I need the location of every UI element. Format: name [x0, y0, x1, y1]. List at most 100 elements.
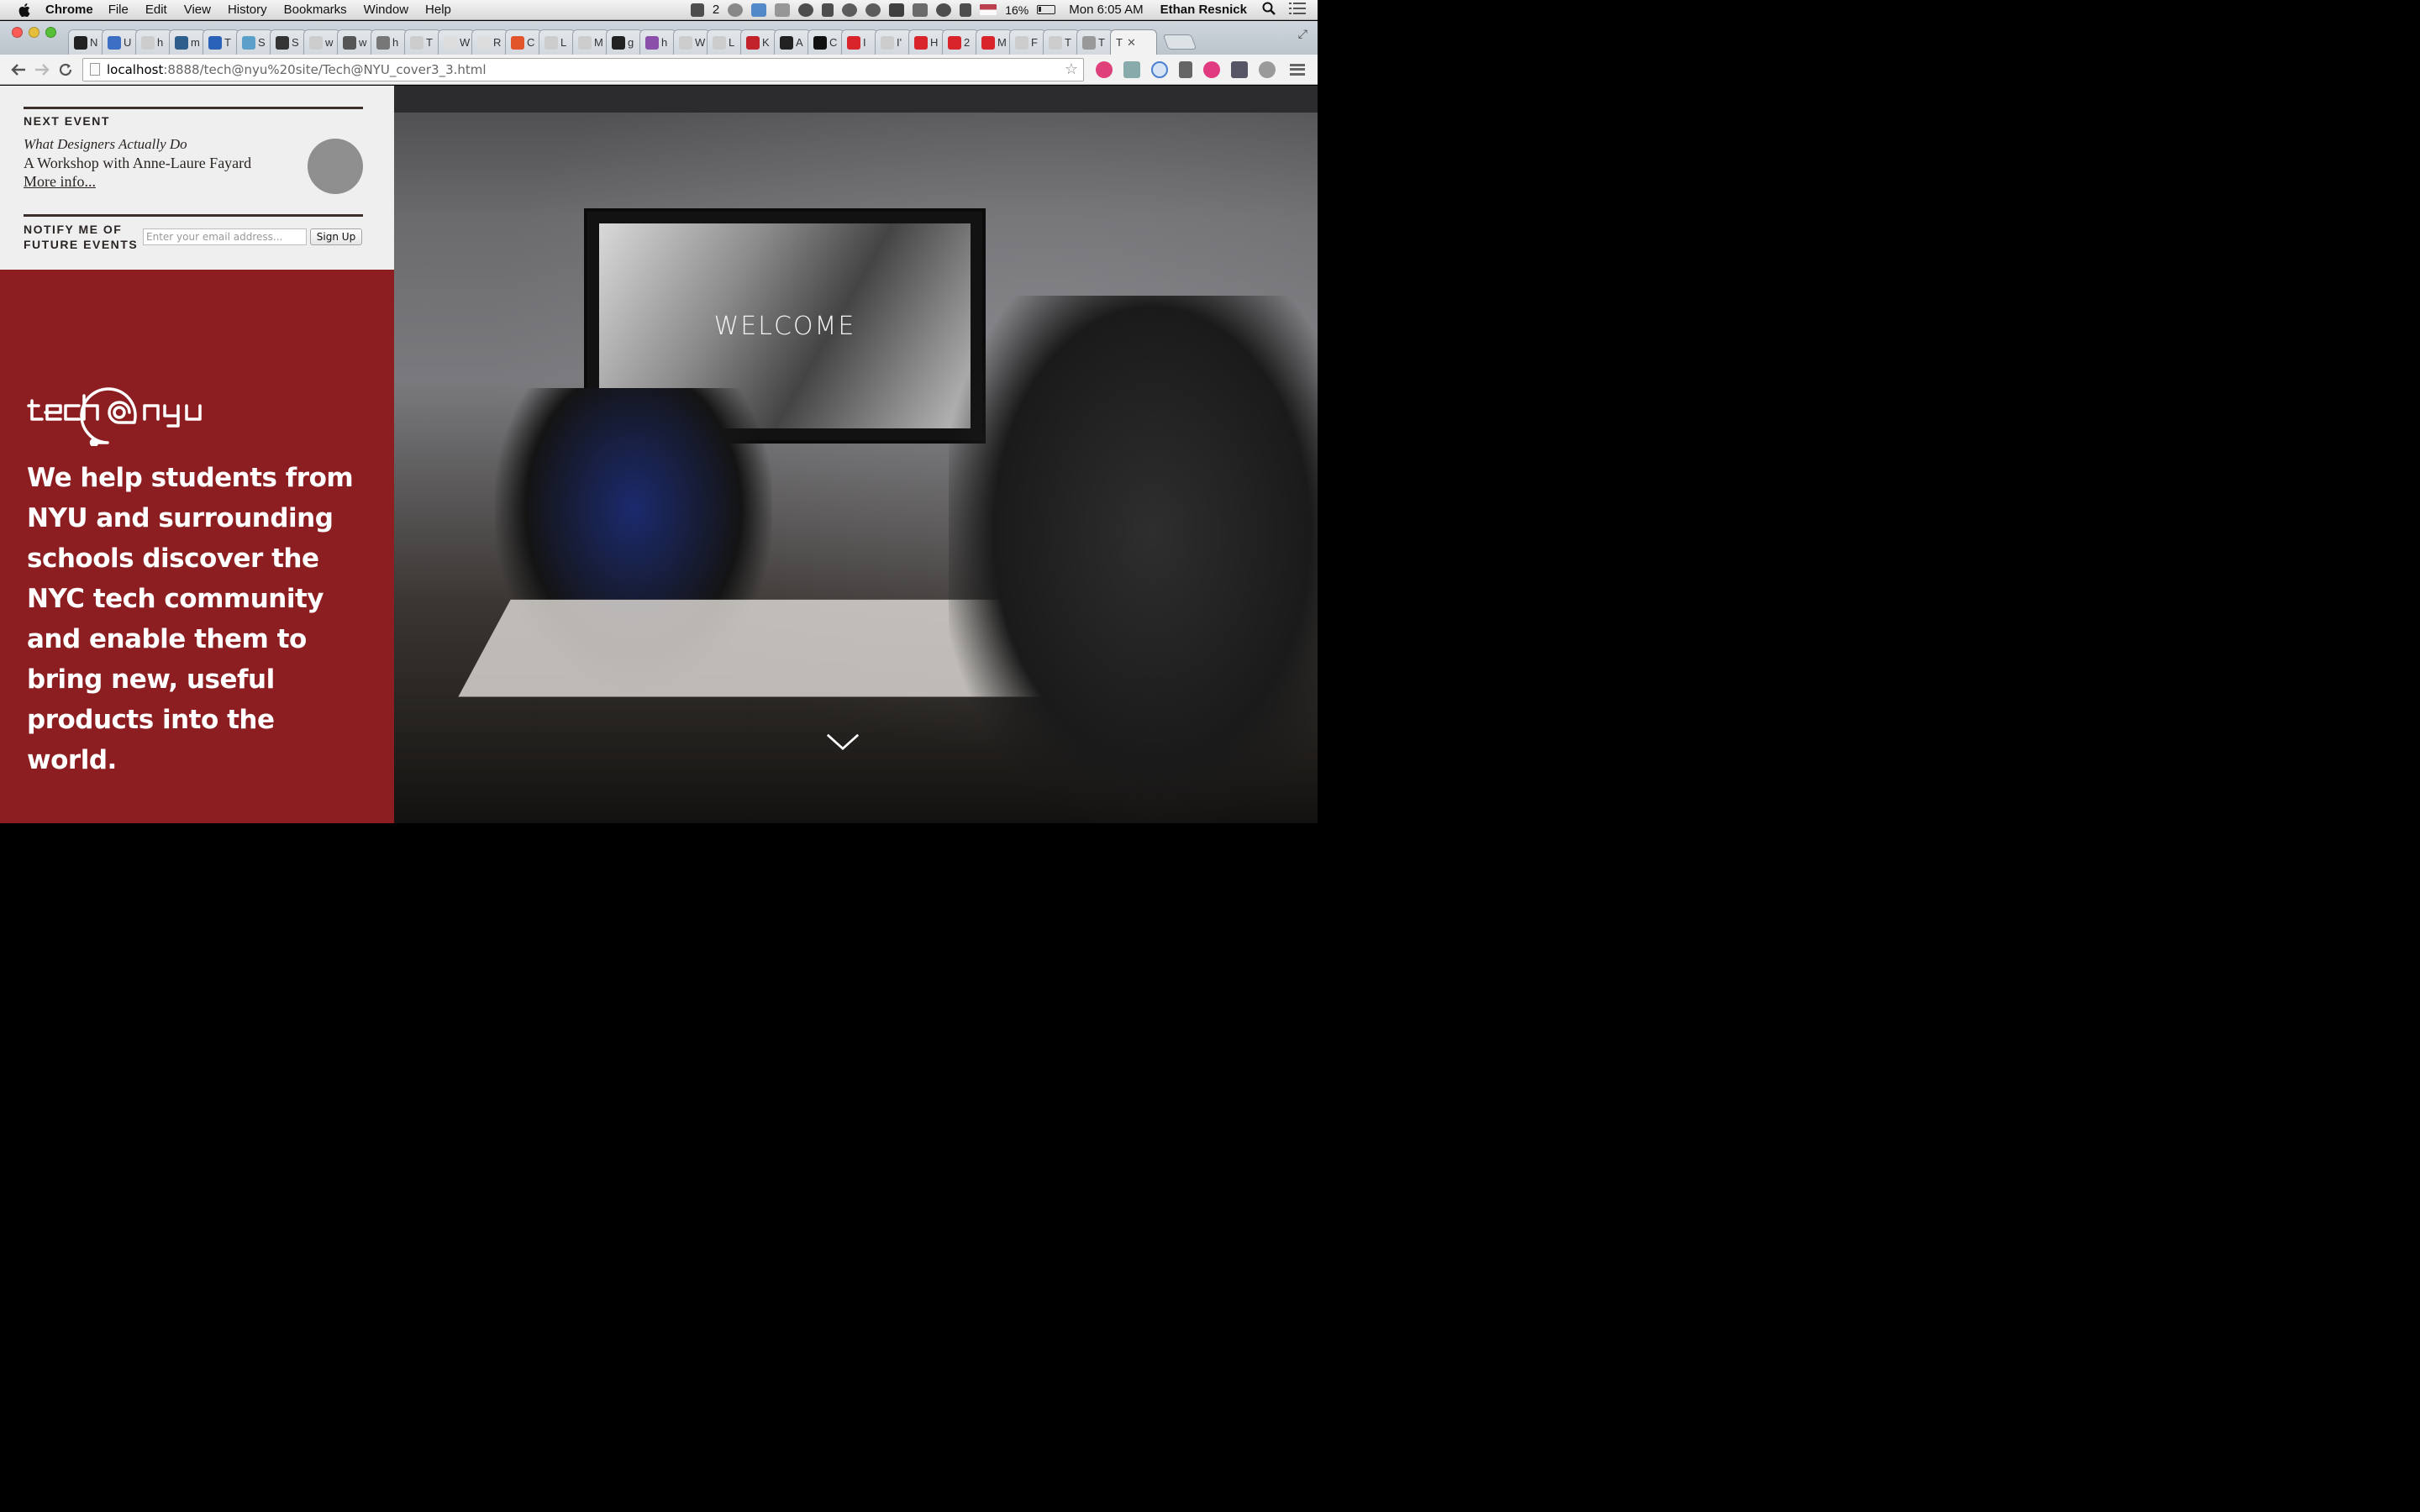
browser-tab[interactable]: w — [303, 29, 340, 55]
address-bar[interactable]: localhost :8888/tech@nyu%20site/Tech@NYU… — [82, 57, 1084, 81]
google-drive-icon[interactable] — [775, 3, 791, 17]
browser-tab[interactable]: W — [438, 29, 475, 55]
adobe-icon[interactable] — [690, 3, 704, 17]
us-flag-icon[interactable] — [980, 4, 997, 15]
status-count: 2 — [712, 3, 720, 17]
forward-button[interactable] — [30, 58, 54, 81]
menubar-clock[interactable]: Mon 6:05 AM — [1069, 3, 1143, 17]
browser-tab[interactable]: S — [270, 29, 307, 55]
menubar-user[interactable]: Ethan Resnick — [1160, 3, 1247, 17]
tab-favicon-icon — [175, 35, 188, 50]
browser-tab[interactable]: C — [505, 29, 542, 55]
browser-tab[interactable]: T — [1076, 29, 1113, 55]
browser-tab[interactable]: R — [471, 29, 508, 55]
menu-bookmarks[interactable]: Bookmarks — [284, 0, 347, 20]
close-tab-icon[interactable]: ✕ — [1127, 36, 1136, 50]
menu-file[interactable]: File — [108, 0, 129, 20]
app-menu[interactable]: Chrome — [45, 0, 93, 20]
volume-icon[interactable] — [960, 3, 972, 17]
browser-tab[interactable]: K — [740, 29, 777, 55]
browser-tab[interactable]: H — [908, 29, 945, 55]
fullscreen-icon[interactable]: ⤢ — [1298, 27, 1307, 41]
tab-favicon-icon — [1082, 35, 1096, 50]
browser-tab[interactable]: g — [606, 29, 643, 55]
browser-tab[interactable]: T — [1043, 29, 1080, 55]
menu-view[interactable]: View — [184, 0, 211, 20]
wrench-icon[interactable] — [822, 3, 834, 17]
browser-tab[interactable]: w — [337, 29, 374, 55]
address-host: localhost — [107, 61, 164, 77]
apple-menu-icon[interactable] — [17, 2, 34, 18]
tab-favicon-icon — [74, 35, 87, 50]
bookmark-star-icon[interactable]: ☆ — [1065, 60, 1078, 78]
more-info-link[interactable]: More info... — [24, 173, 96, 191]
divider — [24, 107, 363, 109]
reader-extension-icon[interactable] — [1231, 60, 1248, 78]
zoom-window-button[interactable] — [45, 26, 56, 38]
chrome-menu-icon[interactable] — [1290, 63, 1305, 76]
browser-tab[interactable]: h — [371, 29, 408, 55]
menu-history[interactable]: History — [228, 0, 267, 20]
active-tab[interactable]: T ✕ — [1110, 29, 1157, 55]
address-path: :8888/tech@nyu%20site/Tech@NYU_cover3_3.… — [163, 61, 487, 77]
home-icon[interactable] — [889, 3, 905, 17]
wifi-icon[interactable] — [936, 3, 952, 17]
tab-favicon-icon — [948, 35, 961, 50]
minimize-window-button[interactable] — [29, 26, 39, 38]
wrench-extension-icon[interactable] — [1179, 60, 1192, 78]
browser-tab[interactable]: A — [774, 29, 811, 55]
browser-tab[interactable]: F — [1009, 29, 1046, 55]
spotlight-search-icon[interactable] — [1262, 2, 1276, 18]
browser-tab[interactable]: T — [404, 29, 441, 55]
browser-tab[interactable]: C — [808, 29, 844, 55]
browser-tab[interactable]: 2 — [942, 29, 979, 55]
tab-title: 2 — [964, 36, 971, 49]
menu-window[interactable]: Window — [364, 0, 408, 20]
browser-tab[interactable]: N — [68, 29, 105, 55]
browser-tab[interactable]: M — [976, 29, 1013, 55]
browser-tab[interactable]: M — [572, 29, 609, 55]
browser-tab[interactable]: I — [841, 29, 878, 55]
back-button[interactable] — [7, 58, 30, 81]
browser-tab[interactable]: U — [102, 29, 139, 55]
tab-title: w — [359, 36, 367, 49]
scroll-down-chevron-icon[interactable] — [826, 732, 860, 751]
headphones-icon[interactable] — [865, 3, 881, 17]
dropbox-icon[interactable] — [751, 3, 767, 17]
browser-tab[interactable]: W — [673, 29, 710, 55]
browser-tab[interactable]: L — [539, 29, 576, 55]
sign-up-button[interactable]: Sign Up — [310, 228, 362, 245]
notification-bell-icon[interactable] — [728, 3, 744, 17]
reload-button[interactable] — [54, 58, 77, 81]
active-tab-title: T — [1116, 36, 1123, 49]
pink-extension-icon[interactable] — [1203, 60, 1220, 78]
browser-tab[interactable]: I' — [875, 29, 912, 55]
browser-tab[interactable]: S — [236, 29, 273, 55]
tech-at-nyu-logo[interactable] — [27, 382, 229, 446]
tab-title: w — [325, 36, 334, 49]
battery-icon[interactable] — [1037, 5, 1056, 14]
adblock-plus-icon[interactable] — [1259, 60, 1276, 78]
close-window-button[interactable] — [12, 26, 23, 38]
browser-tab[interactable]: L — [707, 29, 744, 55]
airplay-icon[interactable] — [913, 3, 929, 17]
tab-title: m — [191, 36, 200, 49]
menu-edit[interactable]: Edit — [145, 0, 167, 20]
browser-tab[interactable]: m — [169, 29, 206, 55]
browser-tab[interactable]: T — [203, 29, 239, 55]
menu-help[interactable]: Help — [425, 0, 451, 20]
plus-extension-icon[interactable] — [1096, 60, 1113, 78]
tab-title: S — [292, 36, 299, 49]
web-page: WELCOME NEXT EVENT What Designers Actual… — [0, 86, 1318, 823]
creative-cloud-icon[interactable] — [798, 3, 814, 17]
menubar-status-area: 2 16% Mon 6:05 AM Ethan Resnick — [690, 2, 1318, 18]
browser-tab[interactable]: h — [135, 29, 172, 55]
email-input[interactable] — [143, 228, 307, 245]
pulse-extension-icon[interactable] — [1123, 60, 1140, 78]
sync-icon[interactable] — [842, 3, 858, 17]
circle-extension-icon[interactable] — [1151, 60, 1168, 78]
browser-tab[interactable]: h — [639, 29, 676, 55]
tab-favicon-icon — [477, 35, 491, 50]
notification-center-icon[interactable] — [1289, 2, 1306, 18]
new-tab-button[interactable] — [1162, 34, 1197, 50]
